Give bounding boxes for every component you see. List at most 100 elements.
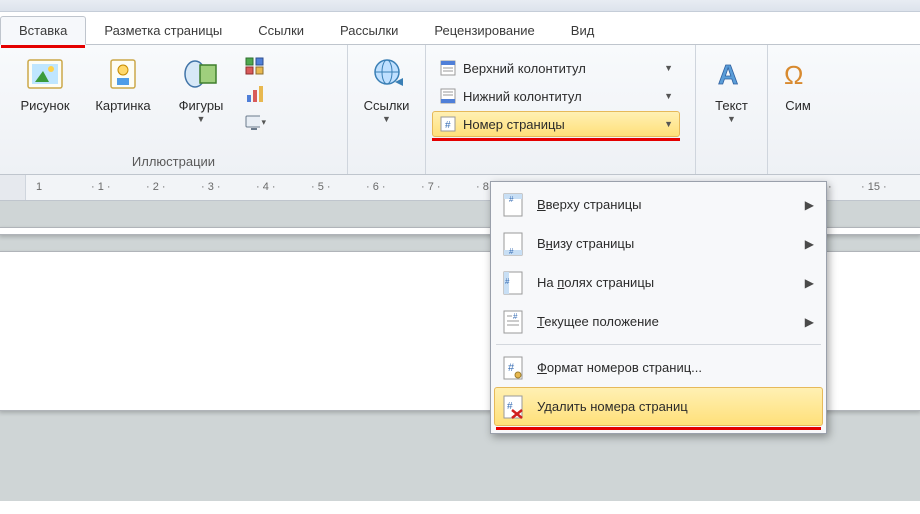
ruler-tick: · 5 · [311,181,331,193]
svg-text:Ω: Ω [784,60,803,90]
picture-button[interactable]: Рисунок [6,49,84,118]
ruler-tick: · 3 · [201,181,221,193]
page-number-icon: # [439,115,457,133]
svg-text:#: # [508,362,515,374]
chevron-down-icon: ▼ [382,114,391,124]
footer-label: Нижний колонтитул [463,89,658,104]
tab-label: Ссылки [258,23,304,38]
menu-label: Текущее положение [537,314,805,329]
tab-label: Разметка страницы [104,23,222,38]
page-top-icon: # [499,191,527,219]
chevron-down-icon: ▼ [727,114,736,124]
chart-button[interactable] [244,83,266,105]
symbol-label: Сим [785,98,811,113]
tab-page-layout[interactable]: Разметка страницы [86,17,240,44]
page-number-label: Номер страницы [463,117,658,132]
menu-label: На полях страницы [537,275,805,290]
page-number-button[interactable]: # Номер страницы ▼ [432,111,680,137]
clipart-icon [103,54,143,94]
menu-remove-page-numbers[interactable]: # Удалить номера страниц [494,387,823,426]
menu-label: Внизу страницы [537,236,805,251]
svg-text:#: # [509,247,514,256]
chevron-down-icon: ▼ [664,119,673,129]
highlight-underline [496,427,821,430]
chevron-down-icon: ▼ [664,63,673,73]
footer-button[interactable]: Нижний колонтитул ▼ [432,83,680,109]
menu-top-of-page[interactable]: # ВВверху страницыверху страницы ▶ [494,185,823,224]
tab-label: Рассылки [340,23,398,38]
group-spacer [354,152,419,172]
chevron-down-icon: ▾ [261,117,266,128]
submenu-arrow-icon: ▶ [805,237,814,251]
page-bottom-icon: # [499,230,527,258]
tab-label: Вид [571,23,595,38]
menu-current-position[interactable]: # Текущее положение ▶ [494,302,823,341]
svg-text:#: # [445,120,451,131]
menu-separator [496,344,821,345]
tab-review[interactable]: Рецензирование [416,17,552,44]
remove-icon: # [499,393,527,421]
ruler-corner [0,175,26,200]
shapes-button[interactable]: Фигуры ▼ [162,49,240,129]
menu-label: ВВверху страницыверху страницы [537,197,805,212]
ruler-tick: · 6 · [366,181,386,193]
ruler-tick: · 7 · [421,181,441,193]
tab-label: Вставка [19,23,67,38]
ruler-tick: · 15 · [861,181,887,193]
tab-insert[interactable]: Вставка [0,16,86,45]
submenu-arrow-icon: ▶ [805,315,814,329]
ruler-tick: · 1 · [91,181,111,193]
chevron-down-icon: ▼ [664,91,673,101]
shapes-label: Фигуры [179,98,224,113]
smartart-button[interactable] [244,55,266,77]
footer-icon [439,87,457,105]
header-icon [439,59,457,77]
text-box-button[interactable]: A Текст ▼ [702,49,761,129]
ruler-tick: · 4 · [256,181,276,193]
text-label: Текст [715,98,748,113]
header-label: Верхний колонтитул [463,61,658,76]
submenu-arrow-icon: ▶ [805,198,814,212]
tab-label: Рецензирование [434,23,534,38]
group-illustrations: Рисунок Картинка Фигуры ▼ ▾ Иллюст [0,45,348,174]
symbol-button[interactable]: Ω Сим [774,49,822,118]
links-label: Ссылки [364,98,410,113]
hyperlink-icon [367,54,407,94]
ribbon: Рисунок Картинка Фигуры ▼ ▾ Иллюст [0,45,920,175]
menu-label: Формат номеров страниц... [537,360,814,375]
ruler-tick: · 2 · [146,181,166,193]
svg-text:A: A [718,59,738,90]
group-text: A Текст ▼ [696,45,768,174]
links-button[interactable]: Ссылки ▼ [354,49,419,129]
wordart-icon: A [712,54,752,94]
menu-bottom-of-page[interactable]: # Внизу страницы ▶ [494,224,823,263]
current-position-icon: # [499,308,527,336]
group-spacer [432,141,689,161]
header-button[interactable]: Верхний колонтитул ▼ [432,55,680,81]
clipart-button[interactable]: Картинка [84,49,162,118]
group-spacer [702,152,761,172]
group-header-footer: Верхний колонтитул ▼ Нижний колонтитул ▼… [426,45,696,174]
group-symbols: Ω Сим [768,45,828,174]
page-margins-icon: # [499,269,527,297]
menu-format-page-numbers[interactable]: # Формат номеров страниц... [494,348,823,387]
submenu-arrow-icon: ▶ [805,276,814,290]
tab-view[interactable]: Вид [553,17,613,44]
tab-references[interactable]: Ссылки [240,17,322,44]
tab-mailings[interactable]: Рассылки [322,17,416,44]
active-underline [1,45,85,48]
svg-text:#: # [513,312,518,321]
illustration-small-buttons: ▾ [244,55,266,133]
shapes-icon [181,54,221,94]
clipart-label: Картинка [95,98,150,113]
svg-text:#: # [505,277,510,286]
menu-label: Удалить номера страниц [537,399,814,414]
screenshot-button[interactable]: ▾ [244,111,266,133]
group-spacer [774,152,822,172]
group-label: Иллюстрации [6,152,341,172]
title-bar [0,0,920,12]
group-links: Ссылки ▼ [348,45,426,174]
menu-page-margins[interactable]: # На полях страницы ▶ [494,263,823,302]
omega-icon: Ω [778,54,818,94]
ribbon-tabs: Вставка Разметка страницы Ссылки Рассылк… [0,12,920,45]
